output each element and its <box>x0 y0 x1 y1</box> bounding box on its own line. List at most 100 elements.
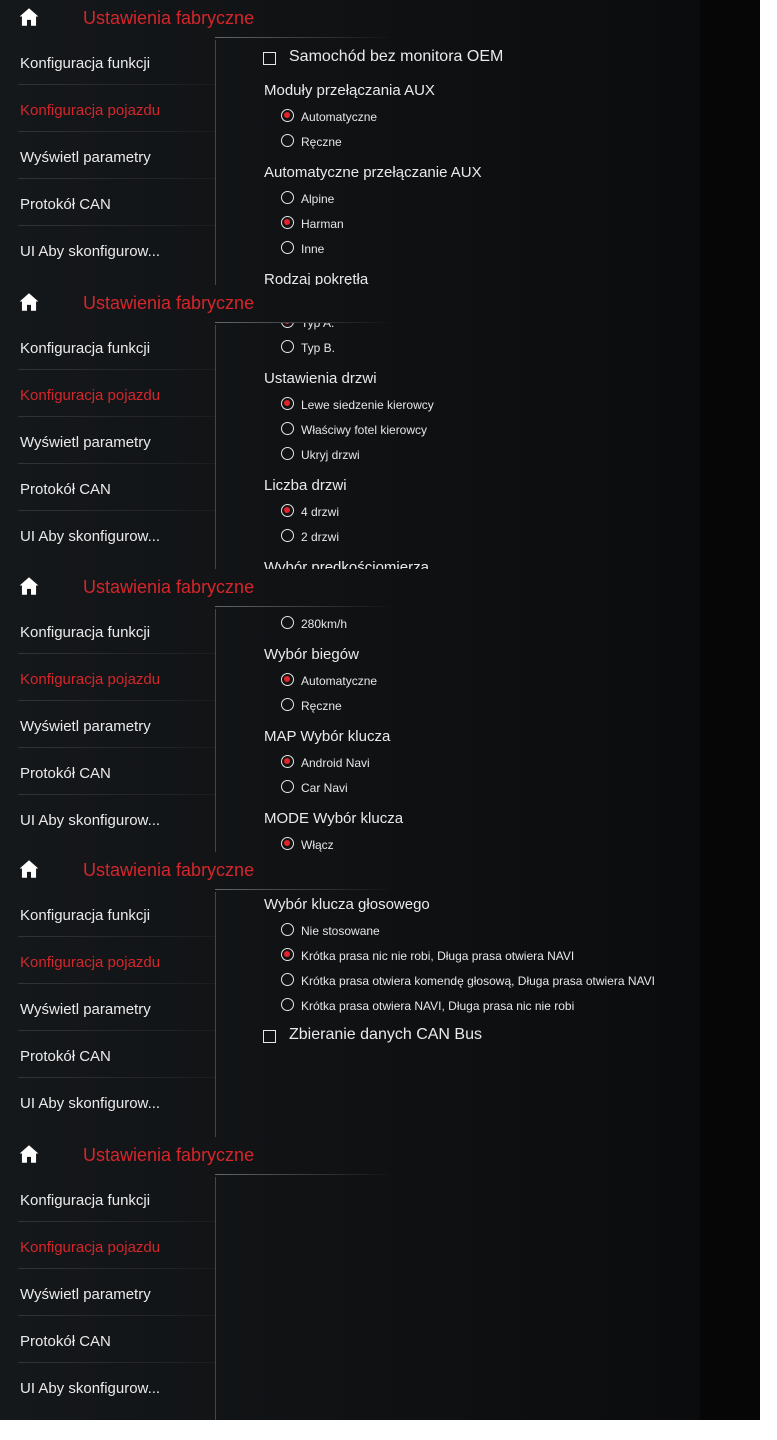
sidebar-item-function-config[interactable]: Konfiguracja funkcji <box>0 38 215 85</box>
radio-option-krotka-prasa-otwiera-komende-glosowa-dlu[interactable]: Krótka prasa otwiera komendę głosową, Dł… <box>216 972 700 990</box>
radio-option-alpine[interactable]: Alpine <box>216 190 700 208</box>
radio-selected-icon[interactable] <box>281 948 294 961</box>
sidebar: Konfiguracja funkcji Konfiguracja pojazd… <box>0 607 215 842</box>
sidebar-item-ui-config[interactable]: UI Aby skonfigurow... <box>0 511 215 558</box>
settings-panel: Ustawienia fabryczne Konfiguracja funkcj… <box>0 0 760 285</box>
radio-option-280km-h[interactable]: 280km/h <box>216 615 700 633</box>
radio-selected-icon[interactable] <box>281 323 294 328</box>
radio-empty-icon[interactable] <box>281 191 294 204</box>
radio-option-krotka-prasa-otwiera-navi-dluga-prasa-ni[interactable]: Krótka prasa otwiera NAVI, Długa prasa n… <box>216 997 700 1015</box>
radio-option-ukryj-drzwi[interactable]: Ukryj drzwi <box>216 446 700 464</box>
section-heading-label: Automatyczne przełączanie AUX <box>264 164 482 181</box>
sidebar-item-vehicle-config[interactable]: Konfiguracja pojazdu <box>0 85 215 132</box>
home-icon[interactable] <box>18 858 40 880</box>
settings-list[interactable]: Samochód bez monitora OEMModuły przełącz… <box>216 1175 700 1420</box>
radio-option-typ-b[interactable]: Typ B. <box>216 339 700 357</box>
radio-option-label: 4 drzwi <box>301 505 340 519</box>
sidebar: Konfiguracja funkcji Konfiguracja pojazd… <box>0 890 215 1125</box>
sidebar-item-vehicle-config[interactable]: Konfiguracja pojazdu <box>0 654 215 701</box>
settings-list[interactable]: Samochód bez monitora OEMModuły przełącz… <box>216 323 700 569</box>
radio-selected-icon[interactable] <box>281 755 294 768</box>
radio-option-reczne[interactable]: Ręczne <box>216 133 700 151</box>
sidebar-item-can-protocol[interactable]: Protokół CAN <box>0 1031 215 1078</box>
sidebar-item-can-protocol[interactable]: Protokół CAN <box>0 464 215 511</box>
radio-option-automatyczne[interactable]: Automatyczne <box>216 672 700 690</box>
sidebar: Konfiguracja funkcji Konfiguracja pojazd… <box>0 1175 215 1410</box>
radio-option-wlasciwy-fotel-kierowcy[interactable]: Właściwy fotel kierowcy <box>216 421 700 439</box>
sidebar-item-vehicle-config[interactable]: Konfiguracja pojazdu <box>0 1222 215 1269</box>
radio-option-label: 260km/h <box>301 607 347 608</box>
sidebar-item-vehicle-config[interactable]: Konfiguracja pojazdu <box>0 937 215 984</box>
sidebar-item-display-params[interactable]: Wyświetl parametry <box>0 984 215 1031</box>
sidebar-item-display-params[interactable]: Wyświetl parametry <box>0 1269 215 1316</box>
radio-selected-icon[interactable] <box>281 673 294 686</box>
sidebar-item-display-params[interactable]: Wyświetl parametry <box>0 132 215 179</box>
sidebar-item-ui-config[interactable]: UI Aby skonfigurow... <box>0 1078 215 1125</box>
sidebar-item-can-protocol[interactable]: Protokół CAN <box>0 1316 215 1363</box>
radio-option-label: Ręczne <box>301 699 342 713</box>
sidebar-item-vehicle-config[interactable]: Konfiguracja pojazdu <box>0 370 215 417</box>
radio-option-automatyczne[interactable]: Automatyczne <box>216 108 700 126</box>
right-edge <box>700 569 760 852</box>
home-icon[interactable] <box>18 1143 40 1165</box>
radio-selected-icon[interactable] <box>281 837 294 850</box>
page-title: Ustawienia fabryczne <box>83 8 255 28</box>
radio-option-nie-stosowane[interactable]: Nie stosowane <box>216 922 700 940</box>
radio-option-label: Krótka prasa otwiera komendę głosową, Dł… <box>301 974 655 988</box>
radio-option-android-navi[interactable]: Android Navi <box>216 754 700 772</box>
sidebar-item-ui-config[interactable]: UI Aby skonfigurow... <box>0 226 215 273</box>
radio-selected-icon[interactable] <box>281 397 294 410</box>
sidebar-item-function-config[interactable]: Konfiguracja funkcji <box>0 607 215 654</box>
sidebar-item-display-params[interactable]: Wyświetl parametry <box>0 417 215 464</box>
radio-empty-icon[interactable] <box>281 973 294 986</box>
radio-option-2-drzwi[interactable]: 2 drzwi <box>216 528 700 546</box>
radio-option-reczne[interactable]: Ręczne <box>216 697 700 715</box>
radio-empty-icon[interactable] <box>281 923 294 936</box>
section-heading-label: MODE Wybór klucza <box>264 810 404 827</box>
sidebar-item-function-config[interactable]: Konfiguracja funkcji <box>0 323 215 370</box>
radio-option-lewe-siedzenie-kierowcy[interactable]: Lewe siedzenie kierowcy <box>216 396 700 414</box>
checkbox-icon[interactable] <box>263 1030 276 1043</box>
radio-selected-icon[interactable] <box>281 109 294 122</box>
sidebar-item-function-config[interactable]: Konfiguracja funkcji <box>0 1175 215 1222</box>
page-title: Ustawienia fabryczne <box>83 293 255 313</box>
home-icon[interactable] <box>18 575 40 597</box>
radio-selected-icon[interactable] <box>281 216 294 229</box>
sidebar-item-ui-config[interactable]: UI Aby skonfigurow... <box>0 1363 215 1410</box>
radio-option-260km-h[interactable]: 260km/h <box>216 607 700 608</box>
settings-list[interactable]: Samochód bez monitora OEMModuły przełącz… <box>216 607 700 852</box>
sidebar-item-can-protocol[interactable]: Protokół CAN <box>0 179 215 226</box>
sidebar-item-display-params[interactable]: Wyświetl parametry <box>0 701 215 748</box>
radio-empty-icon[interactable] <box>281 340 294 353</box>
radio-option-wlacz[interactable]: Włącz <box>216 836 700 852</box>
sidebar-item-ui-config[interactable]: UI Aby skonfigurow... <box>0 795 215 842</box>
radio-option-label: Android Navi <box>301 756 370 770</box>
radio-empty-icon[interactable] <box>281 422 294 435</box>
settings-list[interactable]: Samochód bez monitora OEMModuły przełącz… <box>216 890 700 1137</box>
right-edge <box>700 852 760 1137</box>
radio-empty-icon[interactable] <box>281 780 294 793</box>
radio-empty-icon[interactable] <box>281 616 294 629</box>
radio-option-inne[interactable]: Inne <box>216 240 700 258</box>
home-icon[interactable] <box>18 6 40 28</box>
radio-option-car-navi[interactable]: Car Navi <box>216 779 700 797</box>
section-heading-liczba-drzwi: Liczba drzwi <box>216 475 700 497</box>
checkbox-icon[interactable] <box>263 52 276 65</box>
radio-empty-icon[interactable] <box>281 529 294 542</box>
radio-selected-icon[interactable] <box>281 504 294 517</box>
radio-option-krotka-prasa-nic-nie-robi-dluga-prasa-ot[interactable]: Krótka prasa nic nie robi, Długa prasa o… <box>216 947 700 965</box>
settings-list[interactable]: Samochód bez monitora OEMModuły przełącz… <box>216 38 700 285</box>
radio-empty-icon[interactable] <box>281 134 294 147</box>
page-title: Ustawienia fabryczne <box>83 1145 255 1165</box>
section-heading-rodzaj-pokretla: Rodzaj pokrętła <box>216 269 700 285</box>
sidebar-item-function-config[interactable]: Konfiguracja funkcji <box>0 890 215 937</box>
radio-empty-icon[interactable] <box>281 998 294 1011</box>
radio-empty-icon[interactable] <box>281 698 294 711</box>
radio-empty-icon[interactable] <box>281 447 294 460</box>
radio-option-harman[interactable]: Harman <box>216 215 700 233</box>
radio-option-4-drzwi[interactable]: 4 drzwi <box>216 503 700 521</box>
home-icon[interactable] <box>18 291 40 313</box>
sidebar-item-can-protocol[interactable]: Protokół CAN <box>0 748 215 795</box>
radio-option-typ-a[interactable]: Typ A. <box>216 323 700 332</box>
radio-empty-icon[interactable] <box>281 241 294 254</box>
